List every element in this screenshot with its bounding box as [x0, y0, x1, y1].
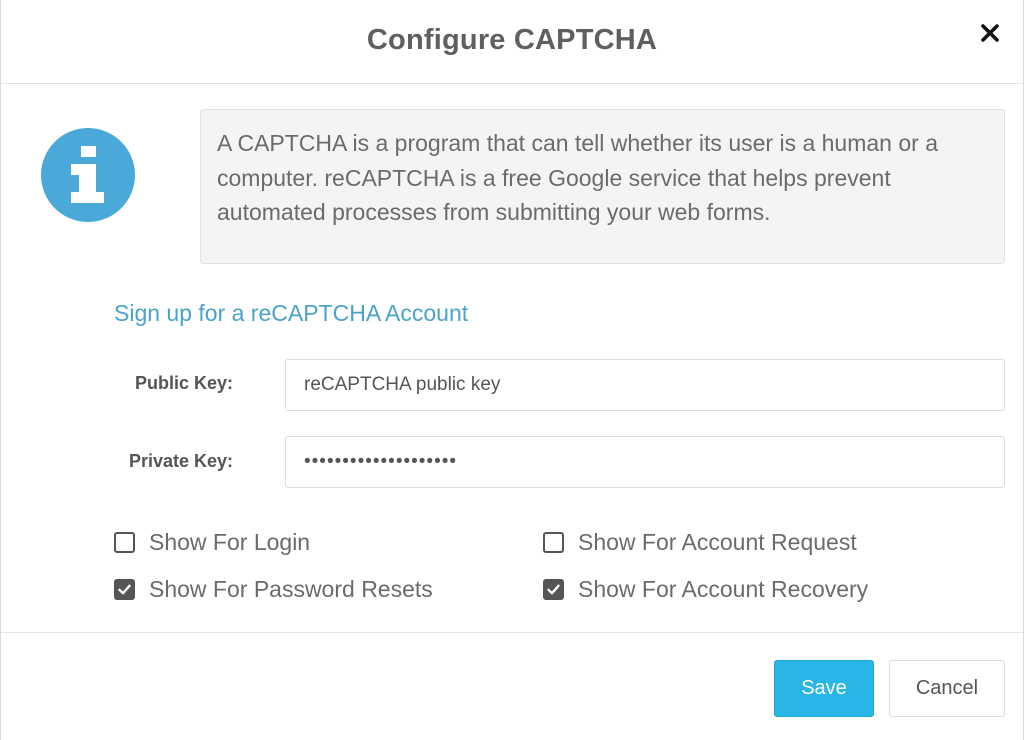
footer-divider [1, 632, 1023, 633]
private-key-input[interactable]: •••••••••••••••••••• [285, 436, 1005, 488]
show-for-password-resets-option[interactable]: Show For Password Resets [114, 576, 433, 603]
show-for-account-request-option[interactable]: Show For Account Request [543, 529, 857, 556]
signup-recaptcha-link[interactable]: Sign up for a reCAPTCHA Account [114, 300, 468, 327]
save-button[interactable]: Save [774, 660, 874, 717]
dialog-header: Configure CAPTCHA [1, 0, 1023, 84]
show-for-password-resets-label: Show For Password Resets [149, 576, 433, 602]
private-key-label: Private Key: [128, 451, 233, 471]
show-for-account-request-checkbox[interactable] [543, 532, 564, 553]
show-for-account-recovery-option[interactable]: Show For Account Recovery [543, 576, 868, 603]
configure-captcha-dialog: Configure CAPTCHA A CAPTCHA is a program… [0, 0, 1024, 740]
public-key-input[interactable]: reCAPTCHA public key [285, 359, 1005, 411]
show-for-account-recovery-label: Show For Account Recovery [578, 576, 869, 602]
show-for-account-request-label: Show For Account Request [578, 529, 857, 555]
info-text: A CAPTCHA is a program that can tell whe… [217, 130, 938, 225]
close-icon [981, 24, 999, 42]
cancel-button[interactable]: Cancel [889, 660, 1005, 717]
show-for-login-option[interactable]: Show For Login [114, 529, 310, 556]
show-for-account-recovery-checkbox[interactable] [543, 579, 564, 600]
checkmark-icon [118, 584, 131, 595]
dialog-title: Configure CAPTCHA [366, 24, 658, 56]
show-for-password-resets-checkbox[interactable] [114, 579, 135, 600]
show-for-login-checkbox[interactable] [114, 532, 135, 553]
public-key-label: Public Key: [134, 373, 233, 393]
checkmark-icon [547, 584, 560, 595]
info-icon [41, 128, 135, 222]
show-for-login-label: Show For Login [149, 529, 311, 555]
close-button[interactable] [977, 18, 1003, 48]
info-message: A CAPTCHA is a program that can tell whe… [200, 109, 1005, 264]
